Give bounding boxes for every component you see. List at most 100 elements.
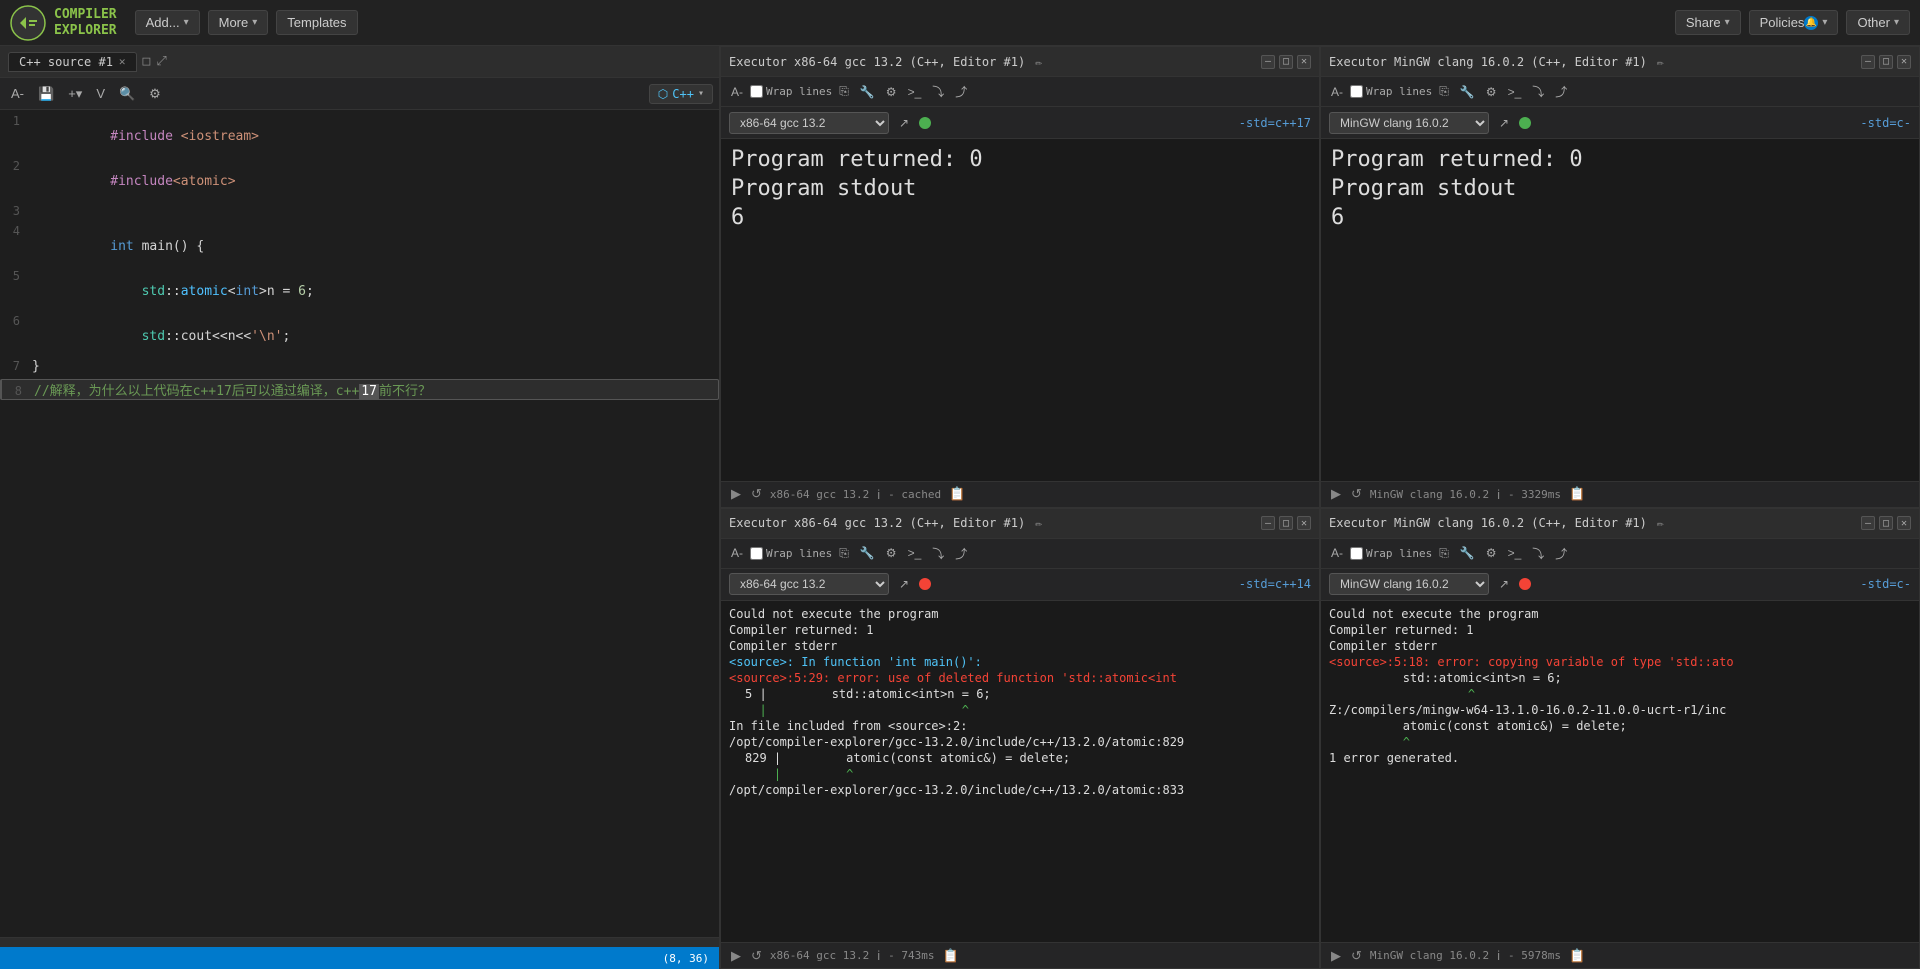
log-btn-br[interactable]: 📋 [1567,948,1587,964]
wrap-checkbox-bl[interactable] [750,547,763,560]
font-size-btn-bl[interactable]: A- [727,544,747,562]
info-btn-br[interactable]: i [1495,948,1502,963]
std-flag-tl[interactable]: -std=c++17 [1239,116,1311,130]
compiler-select-bl[interactable]: x86-64 gcc 13.2 [729,573,889,595]
info-btn-bl[interactable]: i [875,948,882,963]
vim-button[interactable]: V [91,84,110,103]
copy-btn-tl[interactable]: ⎘ [835,82,853,101]
run-btn-br[interactable]: ▶ [1329,948,1343,964]
font-size-btn-tl[interactable]: A- [727,83,747,101]
info-btn-tr[interactable]: i [1495,487,1502,502]
gear-btn-tr[interactable]: ⚙ [1482,83,1501,101]
templates-button[interactable]: Templates [276,10,357,35]
executor-panel-top-right: Executor MinGW clang 16.0.2 (C++, Editor… [1320,46,1920,508]
settings-button[interactable]: ⚙ [144,84,166,104]
expand-icon[interactable]: □ [143,54,151,69]
info-btn-tl[interactable]: i [875,487,882,502]
editor-content[interactable]: 1 #include <iostream> 2 #include<atomic>… [0,110,719,937]
wrap-lines-tr[interactable]: Wrap lines [1350,85,1432,98]
edit-icon-tl[interactable]: ✏ [1035,55,1042,69]
wrap-checkbox-br[interactable] [1350,547,1363,560]
run-btn-tr[interactable]: ▶ [1329,486,1343,502]
share-btn-tr[interactable]: ⤴ [1551,81,1571,102]
wrap-checkbox-tl[interactable] [750,85,763,98]
maximize-btn-br[interactable]: □ [1879,516,1893,530]
editor-horizontal-scrollbar[interactable] [0,937,719,947]
font-size-btn-br[interactable]: A- [1327,544,1347,562]
login-btn-br[interactable]: ⤵ [1528,543,1548,564]
minimize-btn-bl[interactable]: — [1261,516,1275,530]
refresh-btn-tl[interactable]: ↺ [749,486,764,502]
font-size-button[interactable]: A- [6,84,29,103]
run-btn-tl[interactable]: ▶ [729,486,743,502]
log-btn-bl[interactable]: 📋 [941,948,961,964]
edit-icon-bl[interactable]: ✏ [1035,516,1042,530]
edit-icon-br[interactable]: ✏ [1657,516,1664,530]
run-btn-bl[interactable]: ▶ [729,948,743,964]
refresh-btn-tr[interactable]: ↺ [1349,486,1364,502]
language-selector[interactable]: ⬡ C++ ▾ [649,84,713,104]
std-flag-bl[interactable]: -std=c++14 [1239,577,1311,591]
close-btn-tl[interactable]: ✕ [1297,55,1311,69]
std-flag-br[interactable]: -std=c- [1860,577,1911,591]
font-size-btn-tr[interactable]: A- [1327,83,1347,101]
minimize-btn-br[interactable]: — [1861,516,1875,530]
share-btn-br[interactable]: ⤴ [1551,543,1571,564]
add-button[interactable]: Add... ▾ [135,10,200,35]
other-button[interactable]: Other ▾ [1846,10,1910,35]
maximize-btn-tr[interactable]: □ [1879,55,1893,69]
close-btn-tr[interactable]: ✕ [1897,55,1911,69]
gear-btn-tl[interactable]: ⚙ [882,83,901,101]
wrench-btn-bl[interactable]: 🔧 [856,544,879,562]
refresh-btn-br[interactable]: ↺ [1349,948,1364,964]
minimize-btn-tl[interactable]: — [1261,55,1275,69]
add-pane-button[interactable]: +▾ [63,84,87,104]
popout-icon[interactable]: ⤢ [156,54,166,69]
terminal-btn-tr[interactable]: >_ [1504,83,1526,101]
edit-icon-tr[interactable]: ✏ [1657,55,1664,69]
compiler-select-tl[interactable]: x86-64 gcc 13.2 [729,112,889,134]
open-new-tr[interactable]: ↗ [1495,114,1513,132]
wrap-checkbox-tr[interactable] [1350,85,1363,98]
search-button[interactable]: 🔍 [114,84,140,104]
login-btn-tl[interactable]: ⤵ [928,81,948,102]
open-new-bl[interactable]: ↗ [895,575,913,593]
std-flag-tr[interactable]: -std=c- [1860,116,1911,130]
close-btn-br[interactable]: ✕ [1897,516,1911,530]
wrench-btn-tl[interactable]: 🔧 [856,83,879,101]
wrench-btn-tr[interactable]: 🔧 [1456,83,1479,101]
log-btn-tl[interactable]: 📋 [947,486,967,502]
log-btn-tr[interactable]: 📋 [1567,486,1587,502]
terminal-btn-tl[interactable]: >_ [904,83,926,101]
open-new-tl[interactable]: ↗ [895,114,913,132]
more-button[interactable]: More ▾ [208,10,269,35]
wrap-lines-tl[interactable]: Wrap lines [750,85,832,98]
login-btn-bl[interactable]: ⤵ [928,543,948,564]
copy-btn-tr[interactable]: ⎘ [1435,82,1453,101]
policies-button[interactable]: Policies 🔔 ▾ [1749,10,1839,35]
copy-btn-br[interactable]: ⎘ [1435,544,1453,563]
editor-tab-close-icon[interactable]: ✕ [119,55,126,68]
wrench-btn-br[interactable]: 🔧 [1456,544,1479,562]
maximize-btn-tl[interactable]: □ [1279,55,1293,69]
compiler-select-br[interactable]: MinGW clang 16.0.2 [1329,573,1489,595]
wrap-lines-br[interactable]: Wrap lines [1350,547,1432,560]
refresh-btn-bl[interactable]: ↺ [749,948,764,964]
minimize-btn-tr[interactable]: — [1861,55,1875,69]
editor-tab[interactable]: C++ source #1 ✕ [8,52,137,72]
close-btn-bl[interactable]: ✕ [1297,516,1311,530]
save-button[interactable]: 💾 [33,84,59,104]
compiler-select-tr[interactable]: MinGW clang 16.0.2 [1329,112,1489,134]
wrap-lines-bl[interactable]: Wrap lines [750,547,832,560]
terminal-btn-br[interactable]: >_ [1504,544,1526,562]
terminal-btn-bl[interactable]: >_ [904,544,926,562]
share-btn-tl[interactable]: ⤴ [951,81,971,102]
login-btn-tr[interactable]: ⤵ [1528,81,1548,102]
share-button[interactable]: Share ▾ [1675,10,1741,35]
copy-btn-bl[interactable]: ⎘ [835,544,853,563]
maximize-btn-bl[interactable]: □ [1279,516,1293,530]
gear-btn-bl[interactable]: ⚙ [882,544,901,562]
share-btn-bl[interactable]: ⤴ [951,543,971,564]
gear-btn-br[interactable]: ⚙ [1482,544,1501,562]
open-new-br[interactable]: ↗ [1495,575,1513,593]
